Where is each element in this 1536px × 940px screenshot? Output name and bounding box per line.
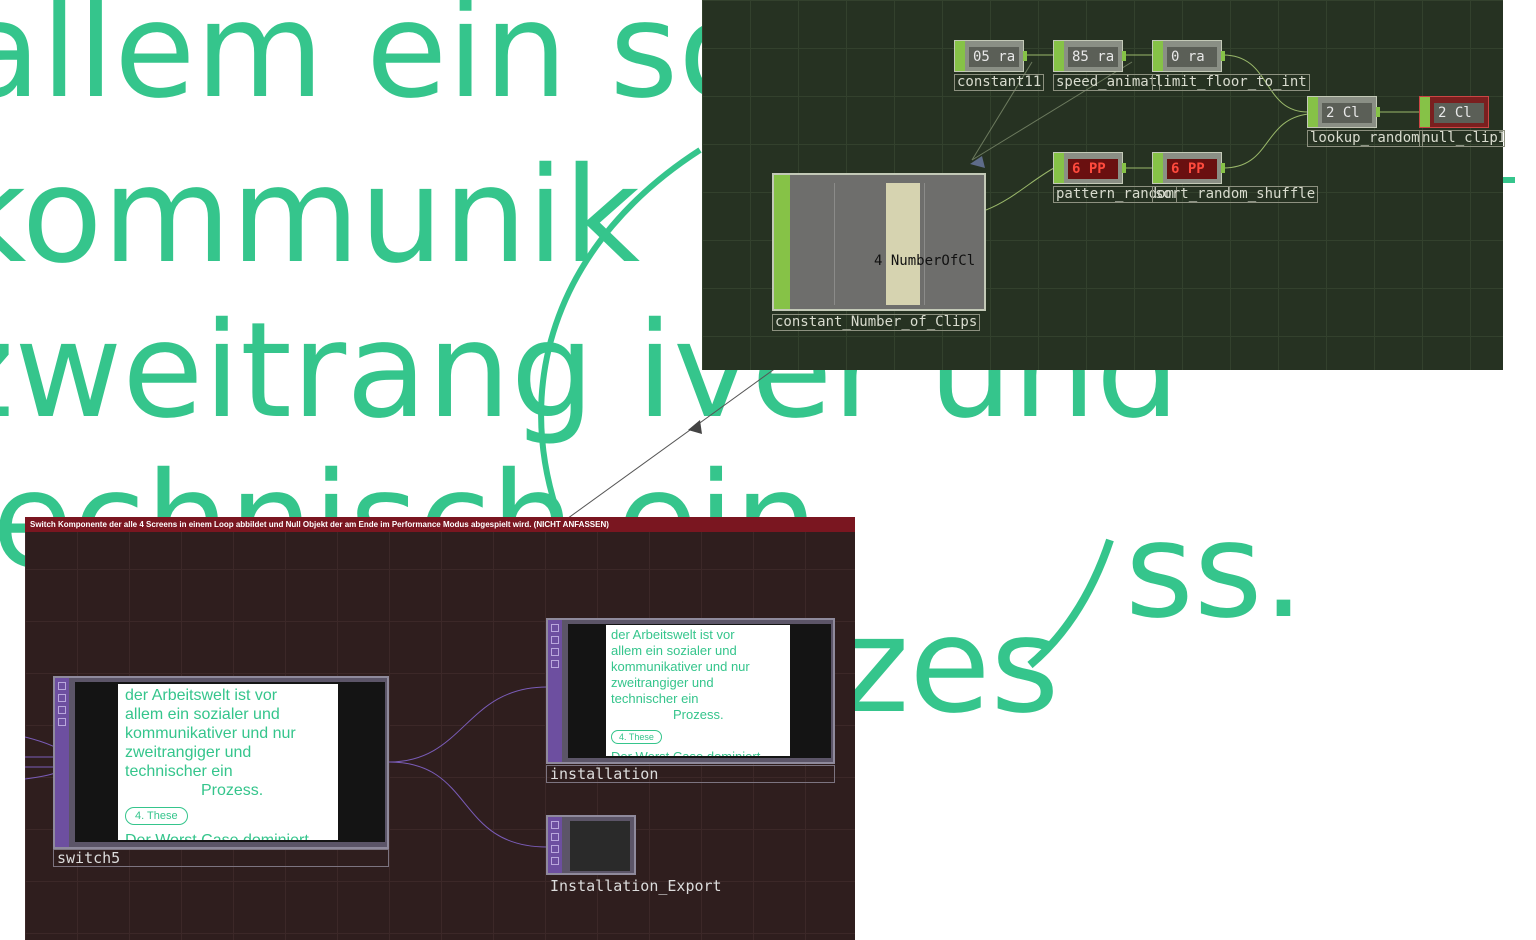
preview-line: allem ein sozialer und [125,706,280,723]
limit-floor-node[interactable]: 0 ra [1152,40,1225,72]
speed-animat-node[interactable]: 85 ra [1053,40,1126,72]
preview-line: kommunikativer und nur [125,725,296,742]
node-label: constant_Number_of_Clips [772,314,981,331]
preview-footer: Der Worst Case dominiert [125,831,331,840]
node-value: 6 PP [1167,159,1217,179]
node-value: 0 ra [1167,47,1217,67]
network-editor-red[interactable]: Switch Komponente der alle 4 Screens in … [25,517,855,940]
preview-line: zweitrangiger und [125,744,252,761]
preview-line: technischer ein [125,763,233,780]
node-label: null_clipIndex [1419,130,1505,147]
background-text-line: zes [840,589,1060,743]
pattern-random-node[interactable]: 6 PP [1053,152,1126,184]
node-label: lookup_random [1307,130,1423,147]
preview-line: der Arbeitswelt ist vor [125,687,278,704]
preview-line: der Arbeitswelt ist vor [611,627,735,642]
node-label: constant11 [954,74,1045,91]
preview-line: allem ein sozialer und [611,643,737,658]
background-text-line: kommunik [0,139,641,293]
preview-line: technischer ein [611,691,699,706]
preview-line: Prozess. [673,707,724,722]
node-value: 2 Cl [1434,103,1484,123]
lookup-random-node[interactable]: 2 Cl [1307,96,1380,128]
installation-node[interactable]: der Arbeitswelt ist vor allem ein sozial… [546,618,835,764]
preview-footer: Der Worst Case dominiert [611,749,785,756]
preview-line: kommunikativer und nur [611,659,750,674]
node-value: 6 PP [1068,159,1118,179]
node-value: 05 ra [969,47,1019,67]
sort-random-shuffle-node[interactable]: 6 PP [1152,152,1225,184]
node-label: speed_animat [1053,74,1161,91]
preview-pill: 4. These [125,807,188,825]
preview-line: zweitrangiger und [611,675,714,690]
node-value: 4 NumberOfCl [874,253,976,269]
constant-number-of-clips-node[interactable]: 4 NumberOfCl [772,173,986,311]
background-text-line: ss. [1125,494,1305,648]
installation-export-node[interactable] [546,815,636,875]
constant11-node[interactable]: 05 ra [954,40,1027,72]
null-clipindex-node[interactable]: 2 Cl [1419,96,1489,128]
node-value: 85 ra [1068,47,1118,67]
node-label: sort_random_shuffle [1152,186,1319,203]
node-label: installation [546,765,835,783]
node-label: switch5 [53,849,389,867]
switch5-node[interactable]: der Arbeitswelt ist vor allem ein sozial… [53,676,389,849]
background-text-line: allem ein so [0,0,760,128]
node-label: limit_floor_to_int [1152,74,1310,91]
node-label: Installation_Export [550,877,722,895]
value-bar [886,183,920,305]
preview-pill: 4. These [611,730,662,744]
node-value: 2 Cl [1322,103,1372,123]
preview-screen: der Arbeitswelt ist vor allem ein sozial… [606,625,790,756]
preview-line: Prozess. [201,782,264,799]
preview-screen: der Arbeitswelt ist vor allem ein sozial… [118,684,338,840]
